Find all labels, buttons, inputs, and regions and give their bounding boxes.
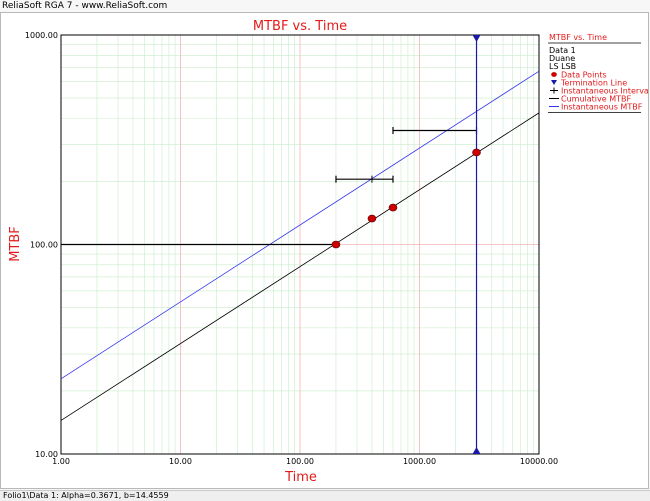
status-bar: Folio1\Data 1: Alpha=0.3671, b=14.4559 bbox=[0, 490, 650, 501]
data-point bbox=[472, 148, 481, 157]
legend-title: MTBF vs. Time bbox=[549, 33, 607, 42]
legend-point-symbol bbox=[551, 72, 557, 77]
x-axis-title: Time bbox=[284, 470, 317, 485]
chart-svg: MTBF vs. Time Time MTBF 1.00 10.00 100.00 1… bbox=[8, 19, 648, 485]
legend-item-label: Instantaneous MTBF bbox=[561, 103, 643, 112]
data-point bbox=[331, 240, 341, 249]
legend: MTBF vs. TimeData 1DuaneLS LSBData Point… bbox=[548, 33, 648, 113]
x-tick-label: 10000.00 bbox=[520, 457, 558, 466]
x-tick-label: 100.00 bbox=[286, 457, 314, 466]
y-axis-title: MTBF bbox=[8, 226, 23, 262]
chart-panel: MTBF vs. Time Time MTBF 1.00 10.00 100.00 1… bbox=[0, 12, 649, 489]
app-title: ReliaSoft RGA 7 - www.ReliaSoft.com bbox=[2, 1, 168, 11]
y-tick-label: 1000.00 bbox=[25, 31, 58, 40]
x-tick-label: 1000.00 bbox=[403, 457, 436, 466]
legend-triangle-symbol bbox=[551, 80, 557, 85]
data-point bbox=[388, 203, 398, 212]
chart-title: MTBF vs. Time bbox=[253, 19, 347, 34]
y-tick-label: 10.00 bbox=[35, 450, 58, 459]
data-point bbox=[367, 214, 377, 223]
x-tick-label: 10.00 bbox=[169, 457, 192, 466]
y-tick-label: 100.00 bbox=[30, 241, 58, 250]
